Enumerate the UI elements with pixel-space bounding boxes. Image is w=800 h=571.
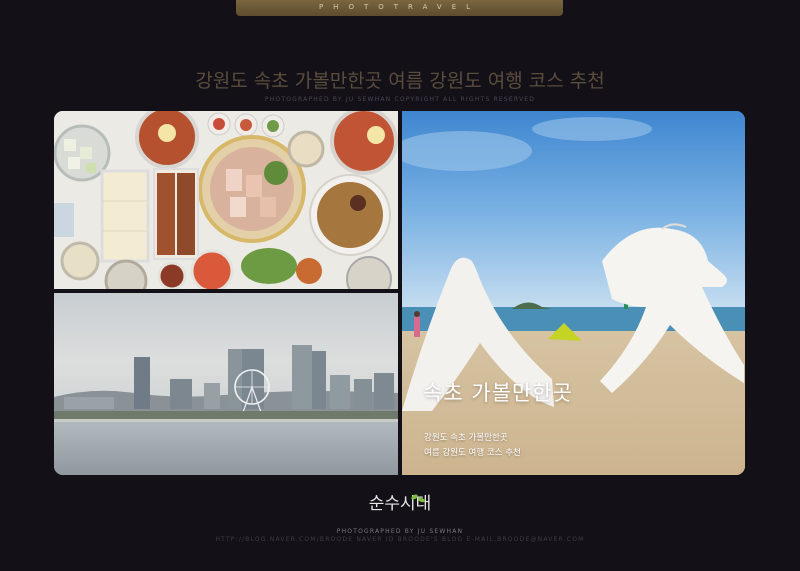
phototravel-tab: PHOTOTRAVEL <box>236 0 563 16</box>
copyright-line: PHOTOGRAPHED BY JU SEWHAN COPYRIGHT ALL … <box>264 96 536 103</box>
city-skyline-photo <box>54 293 398 475</box>
footer-credit: PHOTOGRAPHED BY JU SEWHAN <box>336 528 464 535</box>
beach-illustration <box>402 111 745 475</box>
food-photo <box>54 111 398 289</box>
city-illustration <box>54 293 398 475</box>
page-title: 강원도 속초 가볼만한곳 여름 강원도 여행 코스 추천 <box>195 70 605 92</box>
overlay-title: 속초 가볼만한곳 <box>423 381 573 405</box>
beach-sculpture-photo: 속초 가볼만한곳 강원도 속초 가볼만한곳 여름 강원도 여행 코스 추천 <box>402 111 745 475</box>
footer-links: HTTP://BLOG.NAVER.COM/BROODE NAVER ID BR… <box>215 536 585 543</box>
logo: 순수시대 <box>363 489 437 519</box>
overlay-subtitle-1: 강원도 속초 가볼만한곳 <box>424 433 508 443</box>
food-illustration <box>54 111 398 289</box>
logo-text: 순수시대 <box>368 494 432 514</box>
overlay-subtitle-2: 여름 강원도 여행 코스 추천 <box>424 448 521 458</box>
